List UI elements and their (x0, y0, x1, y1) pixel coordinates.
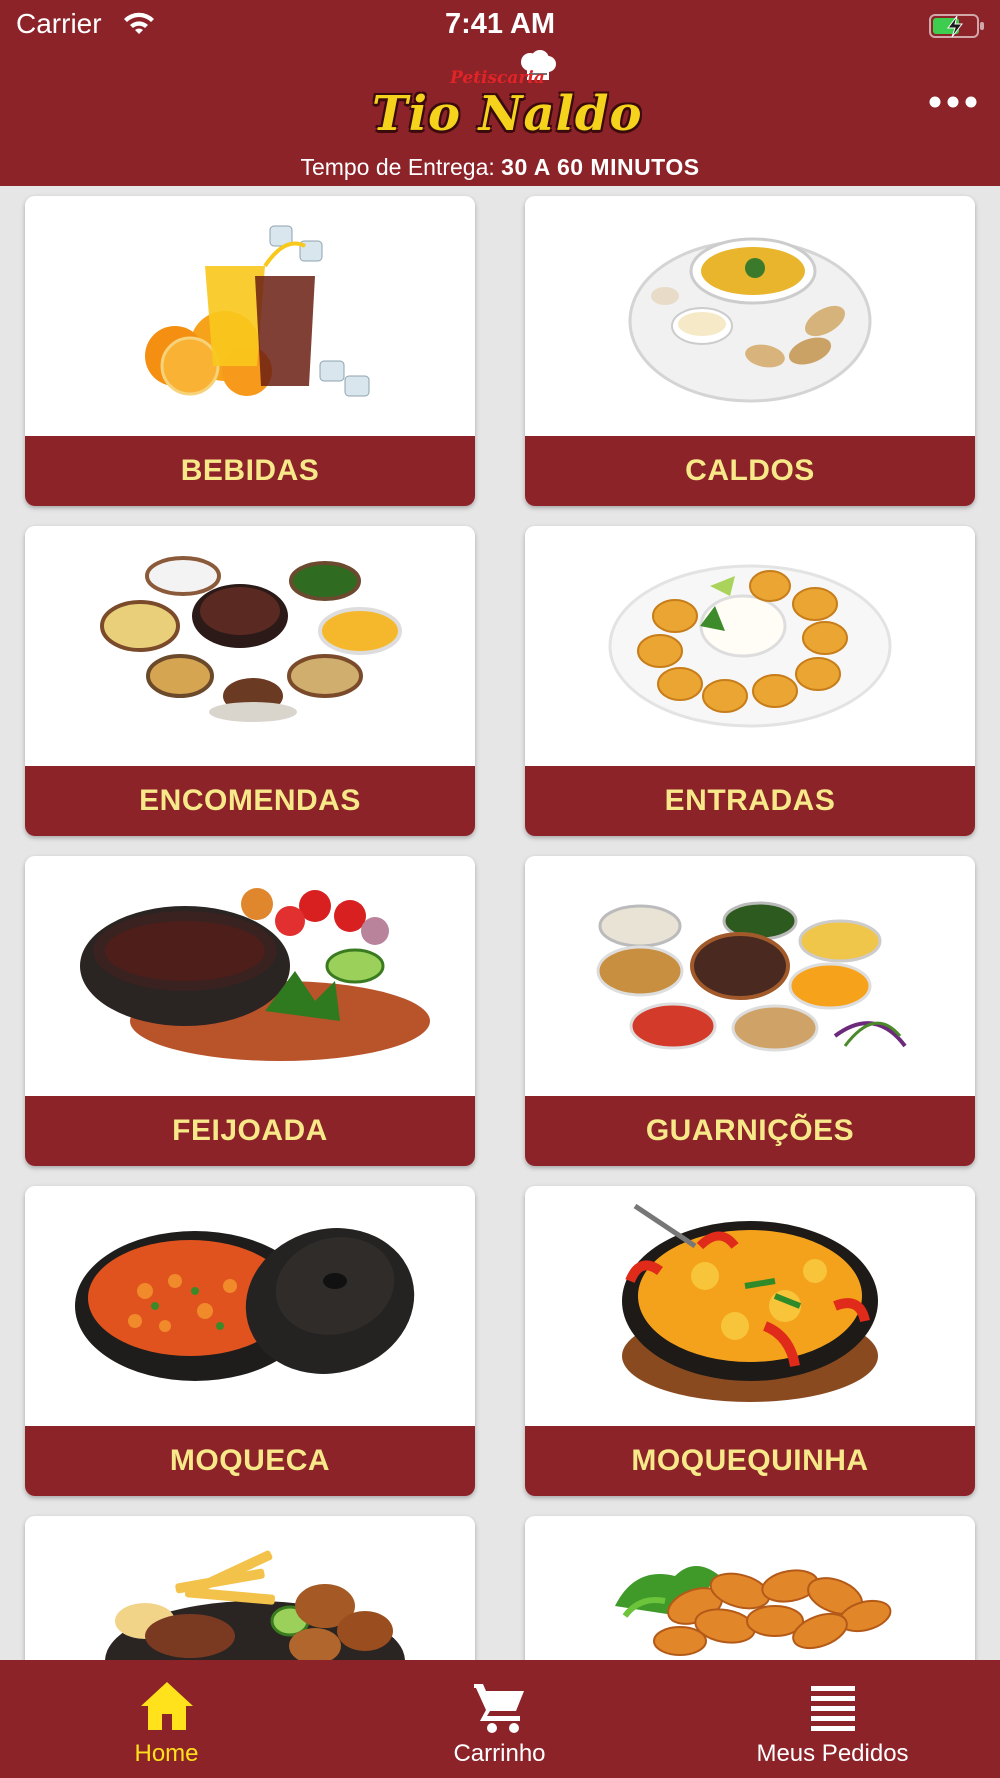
category-card-moqueca[interactable]: MOQUECA (25, 1186, 475, 1496)
category-label: ENTRADAS (525, 766, 975, 836)
tab-bar: Home Carrinho Meus Pedidos (0, 1660, 1000, 1778)
home-icon (140, 1682, 193, 1730)
tab-home[interactable]: Home (0, 1660, 333, 1778)
category-card-bebidas[interactable]: BEBIDAS (25, 196, 475, 506)
category-label: FEIJOADA (25, 1096, 475, 1166)
category-card-feijoada[interactable]: FEIJOADA (25, 856, 475, 1166)
app-header: Carrier 7:41 AM Petiscaria Tio Naldo Tem… (0, 0, 1000, 186)
tab-label: Carrinho (453, 1740, 546, 1767)
logo-title: Tio Naldo (372, 86, 643, 142)
tab-my-orders[interactable]: Meus Pedidos (666, 1660, 999, 1778)
croquettes-image (525, 526, 975, 766)
brand-logo: Petiscaria Tio Naldo (370, 50, 641, 148)
delivery-value: 30 A 60 MINUTOS (501, 154, 700, 180)
fried-snacks-image (525, 1516, 975, 1660)
category-card-encomendas[interactable]: ENCOMENDAS (25, 526, 475, 836)
feijoada-spread-image (25, 526, 475, 766)
category-card-fried-snacks[interactable] (525, 1516, 975, 1660)
category-card-caldos[interactable]: CALDOS (525, 196, 975, 506)
category-card-guarnicoes[interactable]: GUARNIÇÕES (525, 856, 975, 1166)
list-icon (810, 1686, 855, 1731)
category-label: BEBIDAS (25, 436, 475, 506)
more-options-icon[interactable] (928, 95, 978, 109)
category-grid: BEBIDAS CALDOS ENCOMENDAS ENTRADAS FEIJO… (0, 186, 1000, 1660)
delivery-label: Tempo de Entrega: (300, 154, 495, 180)
logo-subtitle: Petiscaria (450, 68, 545, 88)
status-bar: Carrier 7:41 AM (0, 0, 1000, 50)
mixed-grill-image (25, 1516, 475, 1660)
cart-icon (473, 1684, 524, 1733)
side-dishes-image (525, 856, 975, 1096)
soup-image (525, 196, 975, 436)
feijoada-pot-image (25, 856, 475, 1096)
status-time: 7:41 AM (444, 8, 556, 40)
category-card-entradas[interactable]: ENTRADAS (525, 526, 975, 836)
drinks-image (25, 196, 475, 436)
category-card-moquequinha[interactable]: MOQUEQUINHA (525, 1186, 975, 1496)
tab-cart[interactable]: Carrinho (333, 1660, 666, 1778)
category-label: GUARNIÇÕES (525, 1096, 975, 1166)
category-label: MOQUECA (25, 1426, 475, 1496)
category-label: CALDOS (525, 436, 975, 506)
delivery-time: Tempo de Entrega: 30 A 60 MINUTOS (0, 154, 1000, 181)
category-label: ENCOMENDAS (25, 766, 475, 836)
moqueca-pot-image (25, 1186, 475, 1426)
tab-label: Meus Pedidos (756, 1740, 909, 1767)
moquequinha-pan-image (525, 1186, 975, 1426)
battery-charging-icon (929, 14, 984, 38)
category-label: MOQUEQUINHA (525, 1426, 975, 1496)
tab-label: Home (134, 1740, 199, 1767)
category-card-mixed-grill[interactable] (25, 1516, 475, 1660)
